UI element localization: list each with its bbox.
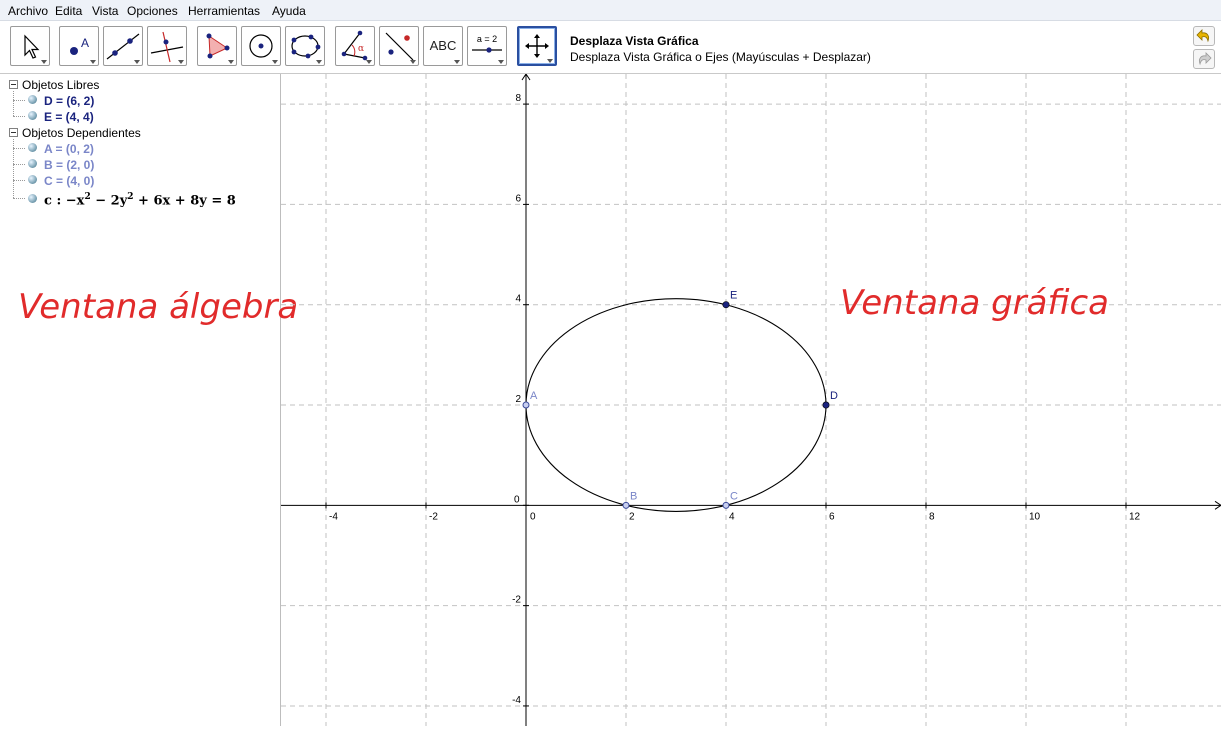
- x-tick-label: -4: [329, 511, 338, 522]
- undo-icon: [1196, 29, 1210, 43]
- point-label: E: [730, 290, 737, 302]
- graphics-view-annotation: Ventana gráfica: [840, 283, 1109, 323]
- text-tool-button[interactable]: ABC: [423, 26, 463, 66]
- redo-button[interactable]: [1193, 49, 1215, 69]
- move-graphics-view-tool-button[interactable]: [517, 26, 557, 66]
- tick-labels: -4 -2 0 2 4 6 8 10 12 8 6 4 2 0 -2 -4: [329, 93, 1141, 706]
- visibility-toggle-icon[interactable]: [28, 111, 37, 120]
- y-tick-label: 6: [515, 193, 521, 204]
- conic-equation: c : −x2 − 2y2 + 6x + 8y = 8: [44, 192, 236, 209]
- point-b[interactable]: [622, 501, 630, 509]
- visibility-toggle-icon[interactable]: [28, 175, 37, 184]
- text-icon: ABC: [429, 38, 457, 53]
- free-objects-node[interactable]: Objetos Libres: [9, 78, 99, 92]
- collapse-icon[interactable]: [9, 128, 18, 137]
- visibility-toggle-icon[interactable]: [28, 95, 37, 104]
- free-objects-label: Objetos Libres: [22, 78, 100, 92]
- y-tick-label: 2: [515, 394, 521, 405]
- reflect-tool-button[interactable]: [379, 26, 419, 66]
- visibility-toggle-icon[interactable]: [28, 159, 37, 168]
- menu-herramientas[interactable]: Herramientas: [188, 4, 260, 18]
- visibility-toggle-icon[interactable]: [28, 194, 37, 203]
- collapse-icon[interactable]: [9, 80, 18, 89]
- y-tick-label: -2: [512, 595, 521, 606]
- point-label: D: [830, 390, 838, 402]
- circle-tool-button[interactable]: [241, 26, 281, 66]
- tool-help-title: Desplaza Vista Gráfica: [570, 34, 699, 48]
- move-tool-button[interactable]: [10, 26, 50, 66]
- point-label: A: [530, 390, 538, 402]
- angle-tool-button[interactable]: α: [335, 26, 375, 66]
- menu-ayuda[interactable]: Ayuda: [272, 4, 306, 18]
- perpendicular-tool-button[interactable]: [147, 26, 187, 66]
- dependent-objects-label: Objetos Dependientes: [22, 126, 141, 140]
- points: A B C D E: [522, 290, 838, 509]
- y-tick-label: 0: [514, 494, 520, 505]
- point-label: C: [730, 490, 738, 502]
- polygon-tool-button[interactable]: [197, 26, 237, 66]
- point-tool-button[interactable]: A: [59, 26, 99, 66]
- x-tick-label: 4: [729, 511, 735, 522]
- x-tick-label: 10: [1029, 511, 1041, 522]
- redo-icon: [1198, 52, 1212, 66]
- slider-tool-button[interactable]: a = 2: [467, 26, 507, 66]
- x-tick-label: 0: [530, 511, 536, 522]
- algebra-view-annotation: Ventana álgebra: [18, 287, 299, 327]
- x-tick-label: 6: [829, 511, 835, 522]
- line-tool-button[interactable]: [103, 26, 143, 66]
- axes: [281, 73, 1221, 726]
- menu-vista[interactable]: Vista: [92, 4, 118, 18]
- point-e[interactable]: [722, 301, 730, 309]
- point-a[interactable]: [522, 401, 530, 409]
- x-tick-label: 12: [1129, 511, 1141, 522]
- point-c[interactable]: [722, 501, 730, 509]
- svg-text:α: α: [358, 44, 364, 54]
- x-tick-label: 2: [629, 511, 635, 522]
- visibility-toggle-icon[interactable]: [28, 143, 37, 152]
- graphics-view[interactable]: -4 -2 0 2 4 6 8 10 12 8 6 4 2 0 -2 -4 A B C D E Ventana grá…: [281, 73, 1221, 726]
- menu-edita[interactable]: Edita: [55, 4, 82, 18]
- dependent-objects-node[interactable]: Objetos Dependientes: [9, 126, 141, 140]
- y-tick-label: 4: [515, 294, 521, 305]
- algebra-view[interactable]: Objetos Libres D = (6, 2) E = (4, 4) Obj…: [4, 74, 298, 726]
- menu-opciones[interactable]: Opciones: [127, 4, 178, 18]
- y-tick-label: -4: [512, 695, 521, 706]
- menu-archivo[interactable]: Archivo: [8, 4, 48, 18]
- point-d[interactable]: [822, 401, 830, 409]
- point-label: B: [630, 490, 637, 502]
- menu-bar: Archivo Edita Vista Opciones Herramienta…: [0, 0, 1221, 21]
- svg-text:A: A: [81, 36, 89, 50]
- undo-button[interactable]: [1193, 26, 1215, 46]
- graphics-canvas[interactable]: -4 -2 0 2 4 6 8 10 12 8 6 4 2 0 -2 -4 A B C D E: [281, 73, 1221, 726]
- svg-text:a = 2: a = 2: [477, 34, 497, 44]
- toolbar: A α ABC a = 2 Desplaza Vista Gráfica Des…: [0, 21, 1221, 74]
- y-tick-label: 8: [515, 93, 521, 104]
- x-tick-label: -2: [429, 511, 438, 522]
- grid: [281, 74, 1221, 726]
- conic-tool-button[interactable]: [285, 26, 325, 66]
- x-tick-label: 8: [929, 511, 935, 522]
- tool-help-description: Desplaza Vista Gráfica o Ejes (Mayúscula…: [570, 50, 871, 64]
